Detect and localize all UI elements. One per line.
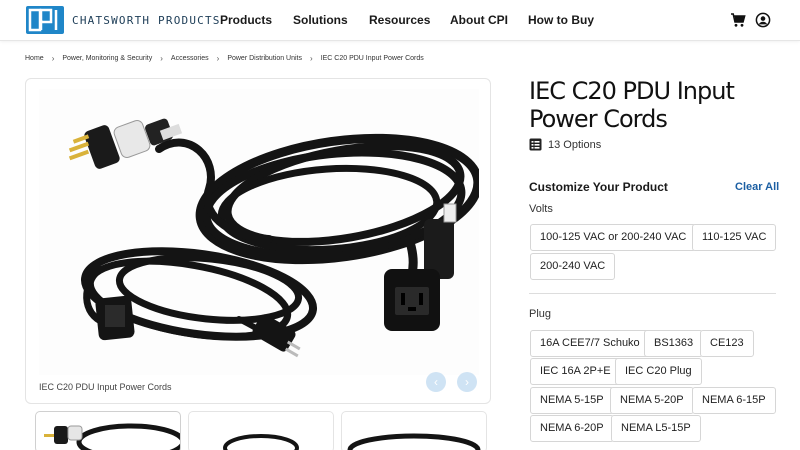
plug-option[interactable]: NEMA 5-15P	[530, 387, 614, 414]
plug-option[interactable]: IEC C20 Plug	[615, 358, 702, 385]
plug-label: Plug	[529, 308, 552, 320]
plug-option[interactable]: CE123	[700, 330, 754, 357]
breadcrumb-power-monitoring-security[interactable]: Power, Monitoring & Security	[62, 55, 152, 62]
product-title: IEC C20 PDU Input Power Cords	[529, 77, 735, 133]
user-circle-icon[interactable]	[755, 12, 771, 28]
customize-heading: Customize Your Product	[529, 180, 668, 194]
breadcrumb-home[interactable]: Home	[25, 55, 44, 62]
options-count: 13 Options	[529, 138, 601, 151]
volts-option[interactable]: 110-125 VAC	[692, 224, 777, 251]
volts-option[interactable]: 200-240 VAC	[530, 253, 616, 280]
nav-resources[interactable]: Resources	[369, 13, 430, 27]
plug-option[interactable]: NEMA L5-15P	[611, 415, 701, 442]
logo[interactable]: CHATSWORTH PRODUCTS	[26, 6, 221, 34]
volts-option[interactable]: 100-125 VAC or 200-240 VAC	[530, 224, 697, 251]
cart-icon[interactable]	[730, 12, 746, 28]
chevron-right-icon: ›	[310, 54, 313, 63]
plug-option[interactable]: NEMA 5-20P	[610, 387, 694, 414]
nav-about-cpi[interactable]: About CPI	[450, 13, 508, 27]
gallery-prev-button[interactable]: ‹	[426, 372, 446, 392]
plug-option[interactable]: IEC 16A 2P+E	[530, 358, 621, 385]
breadcrumb-accessories[interactable]: Accessories	[171, 55, 209, 62]
breadcrumb-power-distribution-units[interactable]: Power Distribution Units	[227, 55, 302, 62]
thumbnail-2[interactable]	[188, 411, 334, 450]
plug-option[interactable]: 16A CEE7/7 Schuko	[530, 330, 650, 357]
options-count-label: 13 Options	[548, 138, 602, 151]
nav-how-to-buy[interactable]: How to Buy	[528, 13, 594, 27]
thumbnail-1[interactable]	[35, 411, 181, 450]
clear-all-link[interactable]: Clear All	[735, 181, 779, 193]
plug-option[interactable]: NEMA 6-15P	[692, 387, 776, 414]
product-image[interactable]	[39, 89, 479, 375]
divider	[529, 293, 776, 294]
plug-option[interactable]: BS1363	[644, 330, 704, 357]
gallery-next-button[interactable]: ›	[457, 372, 477, 392]
breadcrumb-current: IEC C20 PDU Input Power Cords	[320, 55, 424, 62]
breadcrumb: Home › Power, Monitoring & Security › Ac…	[25, 54, 424, 63]
list-icon	[529, 138, 542, 151]
thumbnail-3[interactable]	[341, 411, 487, 450]
product-gallery: IEC C20 PDU Input Power Cords ‹ ›	[25, 78, 491, 404]
chevron-right-icon: ›	[51, 54, 55, 63]
cpi-logo-icon	[26, 6, 64, 34]
chevron-right-icon: ›	[216, 54, 220, 63]
logo-text: CHATSWORTH PRODUCTS	[72, 13, 221, 27]
volts-label: Volts	[529, 203, 553, 215]
chevron-right-icon: ›	[160, 54, 163, 63]
plug-option[interactable]: NEMA 6-20P	[530, 415, 614, 442]
nav-solutions[interactable]: Solutions	[293, 13, 348, 27]
site-header: CHATSWORTH PRODUCTS Products Solutions R…	[0, 0, 800, 41]
nav-products[interactable]: Products	[220, 13, 272, 27]
image-caption: IEC C20 PDU Input Power Cords	[39, 382, 172, 392]
